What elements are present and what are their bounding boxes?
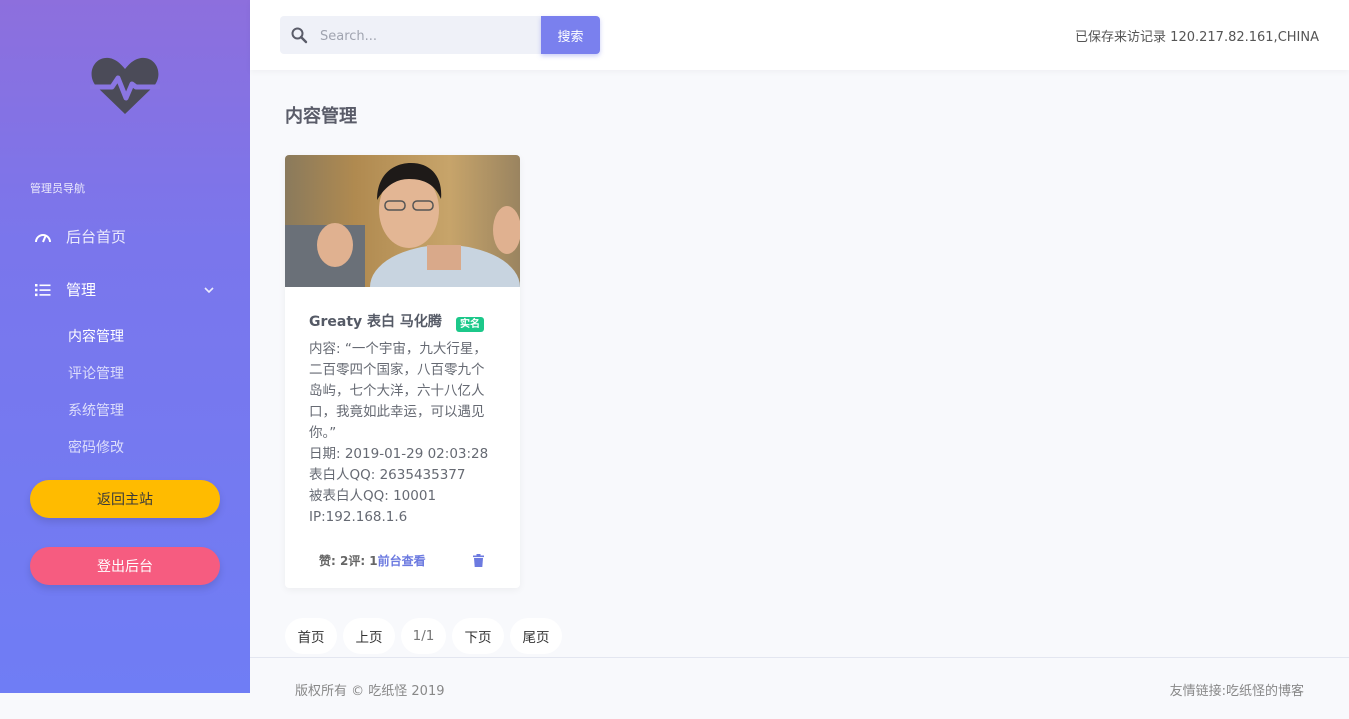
sidebar-subitem-system[interactable]: 系统管理: [68, 400, 124, 420]
sidebar: 管理员导航 后台首页 管理 内容管理 评论管理 系统管理 密码修改 返回主站 登…: [0, 0, 250, 693]
card-title: Greaty 表白 马化腾: [309, 314, 442, 330]
footer: 版权所有 © 吃纸怪 2019 友情链接:吃纸怪的博客: [250, 657, 1349, 719]
heartbeat-logo-icon: [90, 57, 160, 114]
search-box: [280, 16, 541, 56]
sidebar-subitem-content[interactable]: 内容管理: [68, 326, 124, 346]
logout-button[interactable]: 登出后台: [30, 547, 220, 585]
visitor-record-text: 已保存来访记录 120.217.82.161,CHINA: [1075, 30, 1319, 45]
topbar: 搜索 已保存来访记录 120.217.82.161,CHINA: [250, 0, 1349, 70]
friend-links[interactable]: 友情链接:吃纸怪的博客: [1170, 680, 1304, 699]
list-icon: [30, 281, 56, 299]
real-name-badge: 实名: [456, 317, 484, 332]
sidebar-item-label: 后台首页: [66, 228, 127, 246]
confession-card: Greaty 表白 马化腾 实名 内容: “一个宇宙，九大行星， 二百零四个国家…: [285, 155, 520, 588]
card-photo: [285, 155, 520, 287]
pagination-last[interactable]: 尾页: [510, 618, 562, 654]
search-input[interactable]: [318, 16, 537, 56]
card-sender-qq: 表白人QQ: 2635435377: [309, 467, 466, 483]
card-text-line: 岛屿，七个大洋，六十八亿人: [309, 383, 485, 399]
pagination-next[interactable]: 下页: [452, 618, 504, 654]
trash-icon[interactable]: [473, 554, 484, 567]
card-text-line: 内容: “一个宇宙，九大行星，: [309, 341, 487, 357]
pagination-prev[interactable]: 上页: [343, 618, 395, 654]
card-text-line: 你。”: [309, 425, 337, 441]
pagination-current: 1/1: [401, 618, 446, 654]
chevron-down-icon[interactable]: [202, 283, 216, 297]
card-text-line: 二百零四个国家，八百零九个: [309, 362, 485, 378]
sidebar-item-manage[interactable]: 管理: [30, 279, 96, 300]
card-text-line: 口，我竟如此幸运，可以遇见: [309, 404, 485, 420]
card-footer: 赞: 2评: 1前台查看: [319, 552, 426, 569]
dashboard-icon: [30, 228, 56, 246]
nav-heading: 管理员导航: [30, 182, 85, 195]
card-content: 内容: “一个宇宙，九大行星， 二百零四个国家，八百零九个 岛屿，七个大洋，六十…: [309, 339, 499, 528]
card-stats: 赞: 2评: 1: [319, 554, 378, 568]
search-button[interactable]: 搜索: [541, 16, 600, 54]
search-icon: [291, 27, 308, 44]
sidebar-item-dashboard[interactable]: 后台首页: [30, 226, 126, 247]
sidebar-subitem-comments[interactable]: 评论管理: [68, 363, 124, 383]
copyright-text: 版权所有 © 吃纸怪 2019: [295, 684, 445, 699]
sidebar-subitem-password[interactable]: 密码修改: [68, 437, 124, 457]
page-title: 内容管理: [285, 106, 357, 127]
pagination-first[interactable]: 首页: [285, 618, 337, 654]
card-receiver-qq: 被表白人QQ: 10001: [309, 488, 437, 504]
card-ip: IP:192.168.1.6: [309, 509, 408, 525]
back-to-site-button[interactable]: 返回主站: [30, 480, 220, 518]
sidebar-item-label: 管理: [66, 281, 97, 299]
view-frontend-link[interactable]: 前台查看: [378, 554, 426, 568]
card-date: 日期: 2019-01-29 02:03:28: [309, 446, 489, 462]
